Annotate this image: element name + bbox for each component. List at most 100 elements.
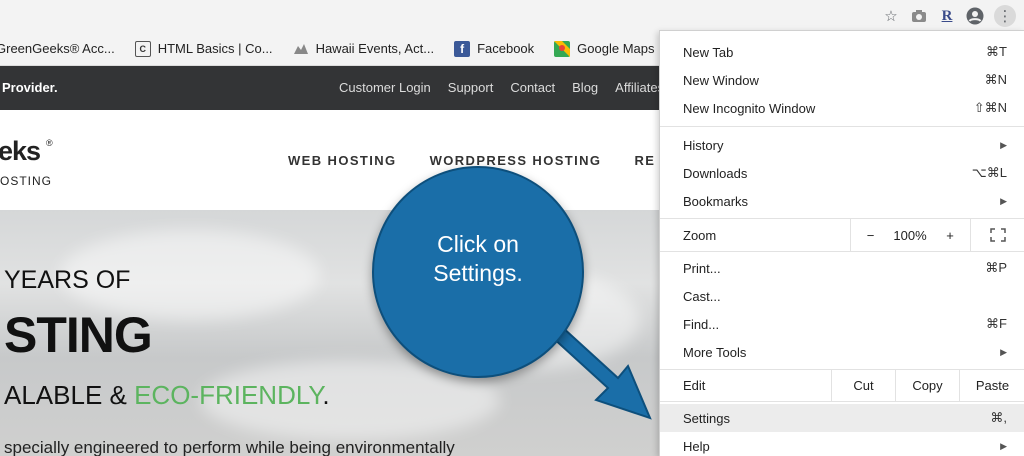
- c-icon: C: [134, 40, 151, 57]
- menu-shortcut: ⌘F: [986, 316, 1007, 331]
- callout-text: Click on Settings.: [372, 230, 584, 288]
- menu-print[interactable]: Print... ⌘P: [660, 254, 1024, 282]
- callout-line-1: Click on: [437, 231, 519, 257]
- bookmark-facebook[interactable]: f Facebook: [454, 40, 535, 57]
- zoom-value: 100%: [893, 227, 927, 243]
- paste-button[interactable]: Paste: [959, 369, 1024, 401]
- menu-edit: Edit Cut Copy Paste: [660, 369, 1024, 401]
- menu-label: Edit: [683, 377, 706, 393]
- menu-label: Cast...: [683, 288, 721, 304]
- toolbar-icons: ☆ R ⋮: [882, 4, 1024, 28]
- bookmark-html-basics[interactable]: C HTML Basics | Co...: [134, 40, 273, 57]
- bookmark-label: GreenGeeks® Acc...: [0, 41, 115, 56]
- hero-tagline-end: .: [322, 380, 330, 410]
- cut-button[interactable]: Cut: [831, 369, 895, 401]
- site-logo[interactable]: eks: [0, 136, 41, 167]
- hero-heading-large: STING: [4, 307, 153, 363]
- bookmark-label: Google Maps: [577, 41, 655, 56]
- menu-shortcut: ⇧⌘N: [973, 100, 1007, 115]
- nav-web-hosting[interactable]: WEB HOSTING: [288, 153, 397, 168]
- menu-shortcut: ⌥⌘L: [971, 165, 1007, 180]
- menu-new-incognito-window[interactable]: New Incognito Window ⇧⌘N: [660, 94, 1024, 122]
- provider-text: Provider.: [2, 80, 58, 95]
- hawaii-icon: [293, 41, 309, 57]
- site-top-nav: Customer Login Support Contact Blog Affi…: [339, 80, 664, 95]
- submenu-arrow-icon: ▶: [1000, 139, 1007, 150]
- menu-cast[interactable]: Cast...: [660, 282, 1024, 310]
- menu-shortcut: ⌘,: [990, 410, 1007, 425]
- paste-label: Paste: [975, 377, 1010, 393]
- menu-shortcut: ⌘N: [984, 72, 1007, 87]
- submenu-arrow-icon: ▶: [1000, 440, 1007, 451]
- r-extension-icon[interactable]: R: [938, 7, 956, 25]
- facebook-icon: f: [454, 40, 471, 57]
- hero-tagline-eco: ECO-FRIENDLY: [134, 380, 323, 410]
- menu-label: Find...: [683, 316, 720, 332]
- nav-wordpress-hosting[interactable]: WORDPRESS HOSTING: [430, 153, 602, 168]
- menu-label: New Incognito Window: [683, 100, 816, 116]
- menu-label: Bookmarks: [683, 193, 749, 209]
- customer-login-link[interactable]: Customer Login: [339, 80, 431, 95]
- hero-tagline: ALABLE & ECO-FRIENDLY.: [4, 380, 330, 411]
- bookmark-label: Hawaii Events, Act...: [315, 41, 435, 56]
- menu-bookmarks[interactable]: Bookmarks ▶: [660, 187, 1024, 215]
- menu-more-tools[interactable]: More Tools ▶: [660, 338, 1024, 366]
- menu-divider: [660, 251, 1024, 252]
- zoom-out-button[interactable]: −: [850, 219, 890, 251]
- blog-link[interactable]: Blog: [572, 80, 598, 95]
- browser-toolbar: ☆ R ⋮: [0, 0, 1024, 32]
- bookmark-hawaii-events[interactable]: Hawaii Events, Act...: [293, 41, 435, 57]
- zoom-in-button[interactable]: +: [930, 219, 970, 251]
- maps-icon: [554, 40, 571, 57]
- zoom-minus: −: [866, 227, 875, 243]
- hero-tagline-part: ALABLE &: [4, 380, 135, 410]
- nav-reseller[interactable]: RE: [634, 153, 655, 168]
- menu-help[interactable]: Help ▶: [660, 432, 1024, 456]
- zoom-controls: − 100% +: [850, 219, 1024, 251]
- menu-zoom: Zoom − 100% +: [660, 219, 1024, 251]
- menu-label: History: [683, 137, 724, 153]
- bookmark-label: HTML Basics | Co...: [157, 41, 273, 56]
- submenu-arrow-icon: ▶: [1000, 195, 1007, 206]
- menu-shortcut: ⌘T: [986, 44, 1007, 59]
- bookmark-greengeeks[interactable]: GreenGeeks® Acc...: [0, 41, 115, 56]
- menu-downloads[interactable]: Downloads ⌥⌘L: [660, 159, 1024, 187]
- menu-label: Settings: [683, 410, 730, 426]
- fullscreen-icon: [990, 228, 1006, 242]
- affiliates-link[interactable]: Affiliates: [615, 80, 664, 95]
- camera-icon[interactable]: [910, 7, 928, 25]
- callout-line-2: Settings.: [433, 260, 523, 286]
- menu-label: Help: [683, 438, 710, 454]
- zoom-plus: +: [946, 227, 954, 243]
- menu-shortcut: ⌘P: [985, 260, 1007, 275]
- menu-divider: [660, 401, 1024, 402]
- menu-new-tab[interactable]: New Tab ⌘T: [660, 38, 1024, 66]
- copy-label: Copy: [912, 377, 943, 393]
- more-icon[interactable]: ⋮: [994, 5, 1016, 27]
- menu-label: New Window: [683, 72, 759, 88]
- copy-button[interactable]: Copy: [895, 369, 959, 401]
- menu-label: More Tools: [683, 344, 747, 360]
- cut-label: Cut: [853, 377, 874, 393]
- fullscreen-button[interactable]: [970, 219, 1024, 251]
- support-link[interactable]: Support: [448, 80, 494, 95]
- submenu-arrow-icon: ▶: [1000, 346, 1007, 357]
- menu-find[interactable]: Find... ⌘F: [660, 310, 1024, 338]
- menu-settings[interactable]: Settings ⌘,: [660, 404, 1024, 432]
- contact-link[interactable]: Contact: [510, 80, 555, 95]
- hero-heading-small: YEARS OF: [4, 266, 131, 294]
- star-icon[interactable]: ☆: [882, 7, 900, 25]
- chrome-menu: New Tab ⌘T New Window ⌘N New Incognito W…: [659, 30, 1024, 456]
- menu-divider: [660, 126, 1024, 127]
- bookmark-google-maps[interactable]: Google Maps: [554, 40, 655, 57]
- menu-history[interactable]: History ▶: [660, 131, 1024, 159]
- zoom-level: 100%: [890, 219, 930, 251]
- menu-label: Print...: [683, 260, 721, 276]
- menu-label: New Tab: [683, 44, 734, 60]
- menu-label: Zoom: [683, 227, 717, 243]
- menu-new-window[interactable]: New Window ⌘N: [660, 66, 1024, 94]
- site-logo-subtext: OSTING: [0, 174, 53, 188]
- account-icon[interactable]: [966, 7, 984, 25]
- bookmark-label: Facebook: [477, 41, 535, 56]
- hero-description: specially engineered to perform while be…: [4, 438, 455, 456]
